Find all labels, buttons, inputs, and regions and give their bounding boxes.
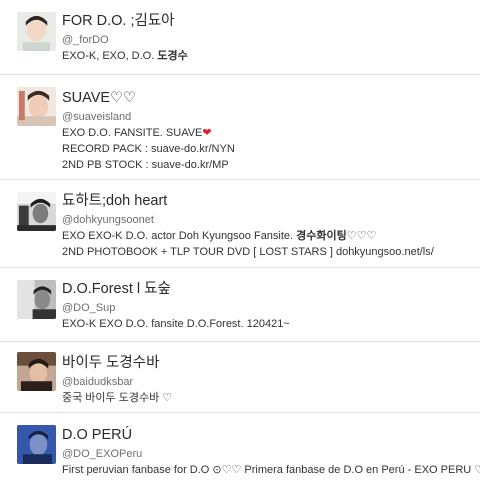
avatar[interactable]	[17, 192, 56, 231]
avatar[interactable]	[17, 87, 56, 126]
account-bio: EXO-K EXO D.O. fansite D.O.Forest. 12042…	[62, 318, 290, 330]
avatar[interactable]	[17, 12, 56, 51]
account-bio: EXO EXO-K D.O. actor Doh Kyungsoo Fansit…	[62, 230, 434, 258]
avatar[interactable]	[17, 280, 56, 319]
account-bio: EXO-K, EXO, D.O. 도경수	[62, 50, 188, 62]
account-name[interactable]: 바이두 도경수바	[62, 354, 476, 372]
account-handle[interactable]: @suaveisland	[62, 110, 476, 125]
account-row[interactable]: D.O PERÚ @DO_EXOPeru First peruvian fanb…	[0, 413, 480, 480]
heart-icon: ❤	[202, 127, 212, 139]
account-list: FOR D.O. ;김됴아 @_forDO EXO-K, EXO, D.O. 도…	[0, 0, 480, 480]
account-handle[interactable]: @_forDO	[62, 33, 476, 48]
account-handle[interactable]: @dohkyungsoonet	[62, 213, 476, 228]
account-name[interactable]: SUAVE♡♡	[62, 89, 476, 107]
avatar[interactable]	[17, 425, 56, 464]
account-name[interactable]: 됴하트;doh heart	[62, 192, 476, 210]
account-bio: 중국 바이두 도경수바 ♡	[62, 392, 173, 404]
avatar[interactable]	[17, 352, 56, 391]
account-name[interactable]: D.O.Forest l 됴숲	[62, 280, 476, 298]
account-name[interactable]: D.O PERÚ	[62, 426, 476, 444]
account-handle[interactable]: @baidudksbar	[62, 375, 476, 390]
account-row[interactable]: D.O.Forest l 됴숲 @DO_Sup EXO-K EXO D.O. f…	[0, 268, 480, 342]
account-row[interactable]: 바이두 도경수바 @baidudksbar 중국 바이두 도경수바 ♡	[0, 342, 480, 413]
account-row[interactable]: 됴하트;doh heart @dohkyungsoonet EXO EXO-K …	[0, 180, 480, 268]
account-bio: EXO D.O. FANSITE. SUAVE❤ RECORD PACK : s…	[62, 127, 235, 171]
account-row[interactable]: SUAVE♡♡ @suaveisland EXO D.O. FANSITE. S…	[0, 75, 480, 180]
account-bio: First peruvian fanbase for D.O ⊙♡♡ Prime…	[62, 464, 480, 476]
account-handle[interactable]: @DO_Sup	[62, 301, 476, 316]
account-name[interactable]: FOR D.O. ;김됴아	[62, 12, 476, 30]
account-row[interactable]: FOR D.O. ;김됴아 @_forDO EXO-K, EXO, D.O. 도…	[0, 0, 480, 75]
account-handle[interactable]: @DO_EXOPeru	[62, 447, 476, 462]
